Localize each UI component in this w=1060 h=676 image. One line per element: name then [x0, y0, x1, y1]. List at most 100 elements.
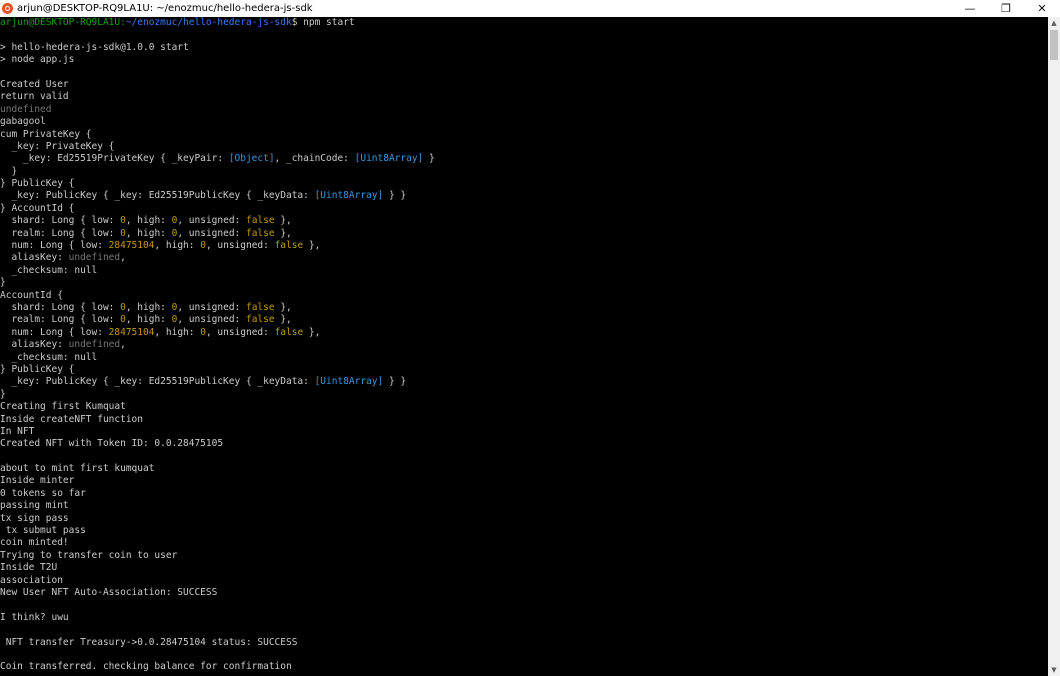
terminal-text: num: Long { low: [0, 326, 109, 338]
terminal-text: 28475104 [108, 326, 155, 338]
terminal-text: New User NFT Auto-Association: SUCCESS [0, 586, 218, 598]
terminal-text: I think? uwu [0, 611, 69, 623]
terminal-text: }, [303, 240, 321, 252]
terminal-line: aliasKey: undefined, [0, 339, 1048, 351]
terminal-text: [Uint8Array] [314, 190, 384, 202]
terminal-line: _checksum: null [0, 352, 1048, 364]
terminal-line: about to mint first kumquat [0, 463, 1048, 475]
terminal-text: _key: Ed25519PrivateKey { _keyPair: [0, 153, 229, 165]
title-bar[interactable]: arjun@DESKTOP-RQ9LA1U: ~/enozmuc/hello-h… [0, 0, 1060, 17]
terminal-line: New User NFT Auto-Association: SUCCESS [0, 587, 1048, 599]
terminal-text: aliasKey: [0, 252, 69, 264]
terminal-text: } } [383, 190, 407, 202]
terminal-line: realm: Long { low: 0, high: 0, unsigned:… [0, 314, 1048, 326]
terminal-text: _key: PrivateKey { [0, 140, 115, 152]
terminal-text: Created NFT with Token ID: 0.0.28475105 [0, 438, 224, 450]
terminal-text: , high: [125, 215, 172, 227]
terminal-line: Created User [0, 79, 1048, 91]
terminal-line: num: Long { low: 28475104, high: 0, unsi… [0, 240, 1048, 252]
terminal-line: In NFT [0, 426, 1048, 438]
terminal-text: false [245, 314, 275, 326]
terminal-line: 0 tokens so far [0, 488, 1048, 500]
terminal-line: _key: PublicKey { _key: Ed25519PublicKey… [0, 190, 1048, 202]
terminal-text: > node app.js [0, 54, 75, 66]
terminal-text: Created User [0, 78, 69, 90]
terminal-text: shard: Long { low: [0, 215, 121, 227]
scrollbar-thumb[interactable] [1050, 30, 1058, 60]
terminal-text: realm: Long { low: [0, 314, 121, 326]
terminal-output[interactable]: arjun@DESKTOP-RQ9LA1U:~/enozmuc/hello-he… [0, 17, 1048, 676]
terminal-text: 0 tokens so far [0, 487, 86, 499]
terminal-text: Inside minter [0, 475, 75, 487]
terminal-text: } } [383, 376, 407, 388]
terminal-text: association [0, 574, 63, 586]
terminal-line: } AccountId { [0, 203, 1048, 215]
terminal-text: Coin transferred. checking balance for c… [0, 661, 292, 673]
close-button[interactable]: ✕ [1024, 0, 1060, 17]
terminal-text: , _chainCode: [274, 153, 355, 165]
terminal-text: NFT transfer Treasury->0.0.28475104 stat… [0, 636, 298, 648]
terminal-line: Created NFT with Token ID: 0.0.28475105 [0, 438, 1048, 450]
terminal-text: , unsigned: [205, 240, 275, 252]
window-controls: — ❐ ✕ [952, 0, 1060, 17]
scroll-up-arrow-icon[interactable]: ▲ [1048, 17, 1060, 29]
terminal-text: $ npm start [291, 17, 355, 28]
close-icon: ✕ [1037, 2, 1047, 15]
terminal-line: Inside createNFT function [0, 414, 1048, 426]
terminal-line: } PublicKey { [0, 178, 1048, 190]
terminal-text: }, [274, 314, 292, 326]
terminal-text: } AccountId { [0, 202, 75, 214]
terminal-text: }, [274, 215, 292, 227]
terminal-line: tx submut pass [0, 525, 1048, 537]
maximize-icon: ❐ [1001, 2, 1011, 15]
terminal-text: Inside createNFT function [0, 413, 143, 425]
ubuntu-icon [2, 3, 13, 14]
terminal-text: 28475104 [108, 240, 155, 252]
terminal-line: aliasKey: undefined, [0, 252, 1048, 264]
terminal-text: ~/enozmuc/hello-hedera-js-sdk [125, 17, 292, 28]
terminal-text: }, [274, 227, 292, 239]
minimize-button[interactable]: — [952, 0, 988, 17]
terminal-line: _key: PrivateKey { [0, 141, 1048, 153]
terminal-text: , high: [125, 301, 172, 313]
window-title: arjun@DESKTOP-RQ9LA1U: ~/enozmuc/hello-h… [17, 3, 313, 14]
terminal-line: _checksum: null [0, 265, 1048, 277]
terminal-line: NFT transfer Treasury->0.0.28475104 stat… [0, 637, 1048, 649]
terminal-text: , unsigned: [177, 314, 246, 326]
vertical-scrollbar[interactable]: ▲ ▼ [1048, 17, 1060, 676]
terminal-line: > hello-hedera-js-sdk@1.0.0 start [0, 42, 1048, 54]
terminal-text: undefined [0, 103, 52, 115]
terminal-text: false [274, 240, 304, 252]
maximize-button[interactable]: ❐ [988, 0, 1024, 17]
terminal-text: , unsigned: [205, 326, 275, 338]
terminal-text: false [245, 301, 275, 313]
terminal-text: aliasKey: [0, 339, 69, 351]
terminal-line: I think? uwu [0, 612, 1048, 624]
terminal-text: , high: [154, 326, 201, 338]
terminal-text: _checksum: null [0, 351, 98, 363]
terminal-line: } PublicKey { [0, 364, 1048, 376]
terminal-text: return valid [0, 91, 69, 103]
terminal-text: , high: [125, 314, 172, 326]
terminal-line: association [0, 575, 1048, 587]
scroll-down-arrow-icon[interactable]: ▼ [1048, 664, 1060, 676]
terminal-text: , high: [154, 240, 201, 252]
terminal-text: , unsigned: [177, 227, 246, 239]
terminal-line: Inside minter [0, 475, 1048, 487]
terminal-line: passing mint [0, 500, 1048, 512]
terminal-text: } [0, 277, 6, 289]
terminal-text: , [120, 252, 126, 264]
terminal-line: realm: Long { low: 0, high: 0, unsigned:… [0, 228, 1048, 240]
terminal-text: cum PrivateKey { [0, 128, 92, 140]
terminal-line: _key: Ed25519PrivateKey { _keyPair: [Obj… [0, 153, 1048, 165]
terminal-text: false [274, 326, 304, 338]
terminal-text: AccountId { [0, 289, 63, 301]
terminal-text: coin minted! [0, 537, 69, 549]
terminal-text: undefined [68, 252, 121, 264]
terminal-text: } PublicKey { [0, 363, 75, 375]
terminal-line: > node app.js [0, 54, 1048, 66]
